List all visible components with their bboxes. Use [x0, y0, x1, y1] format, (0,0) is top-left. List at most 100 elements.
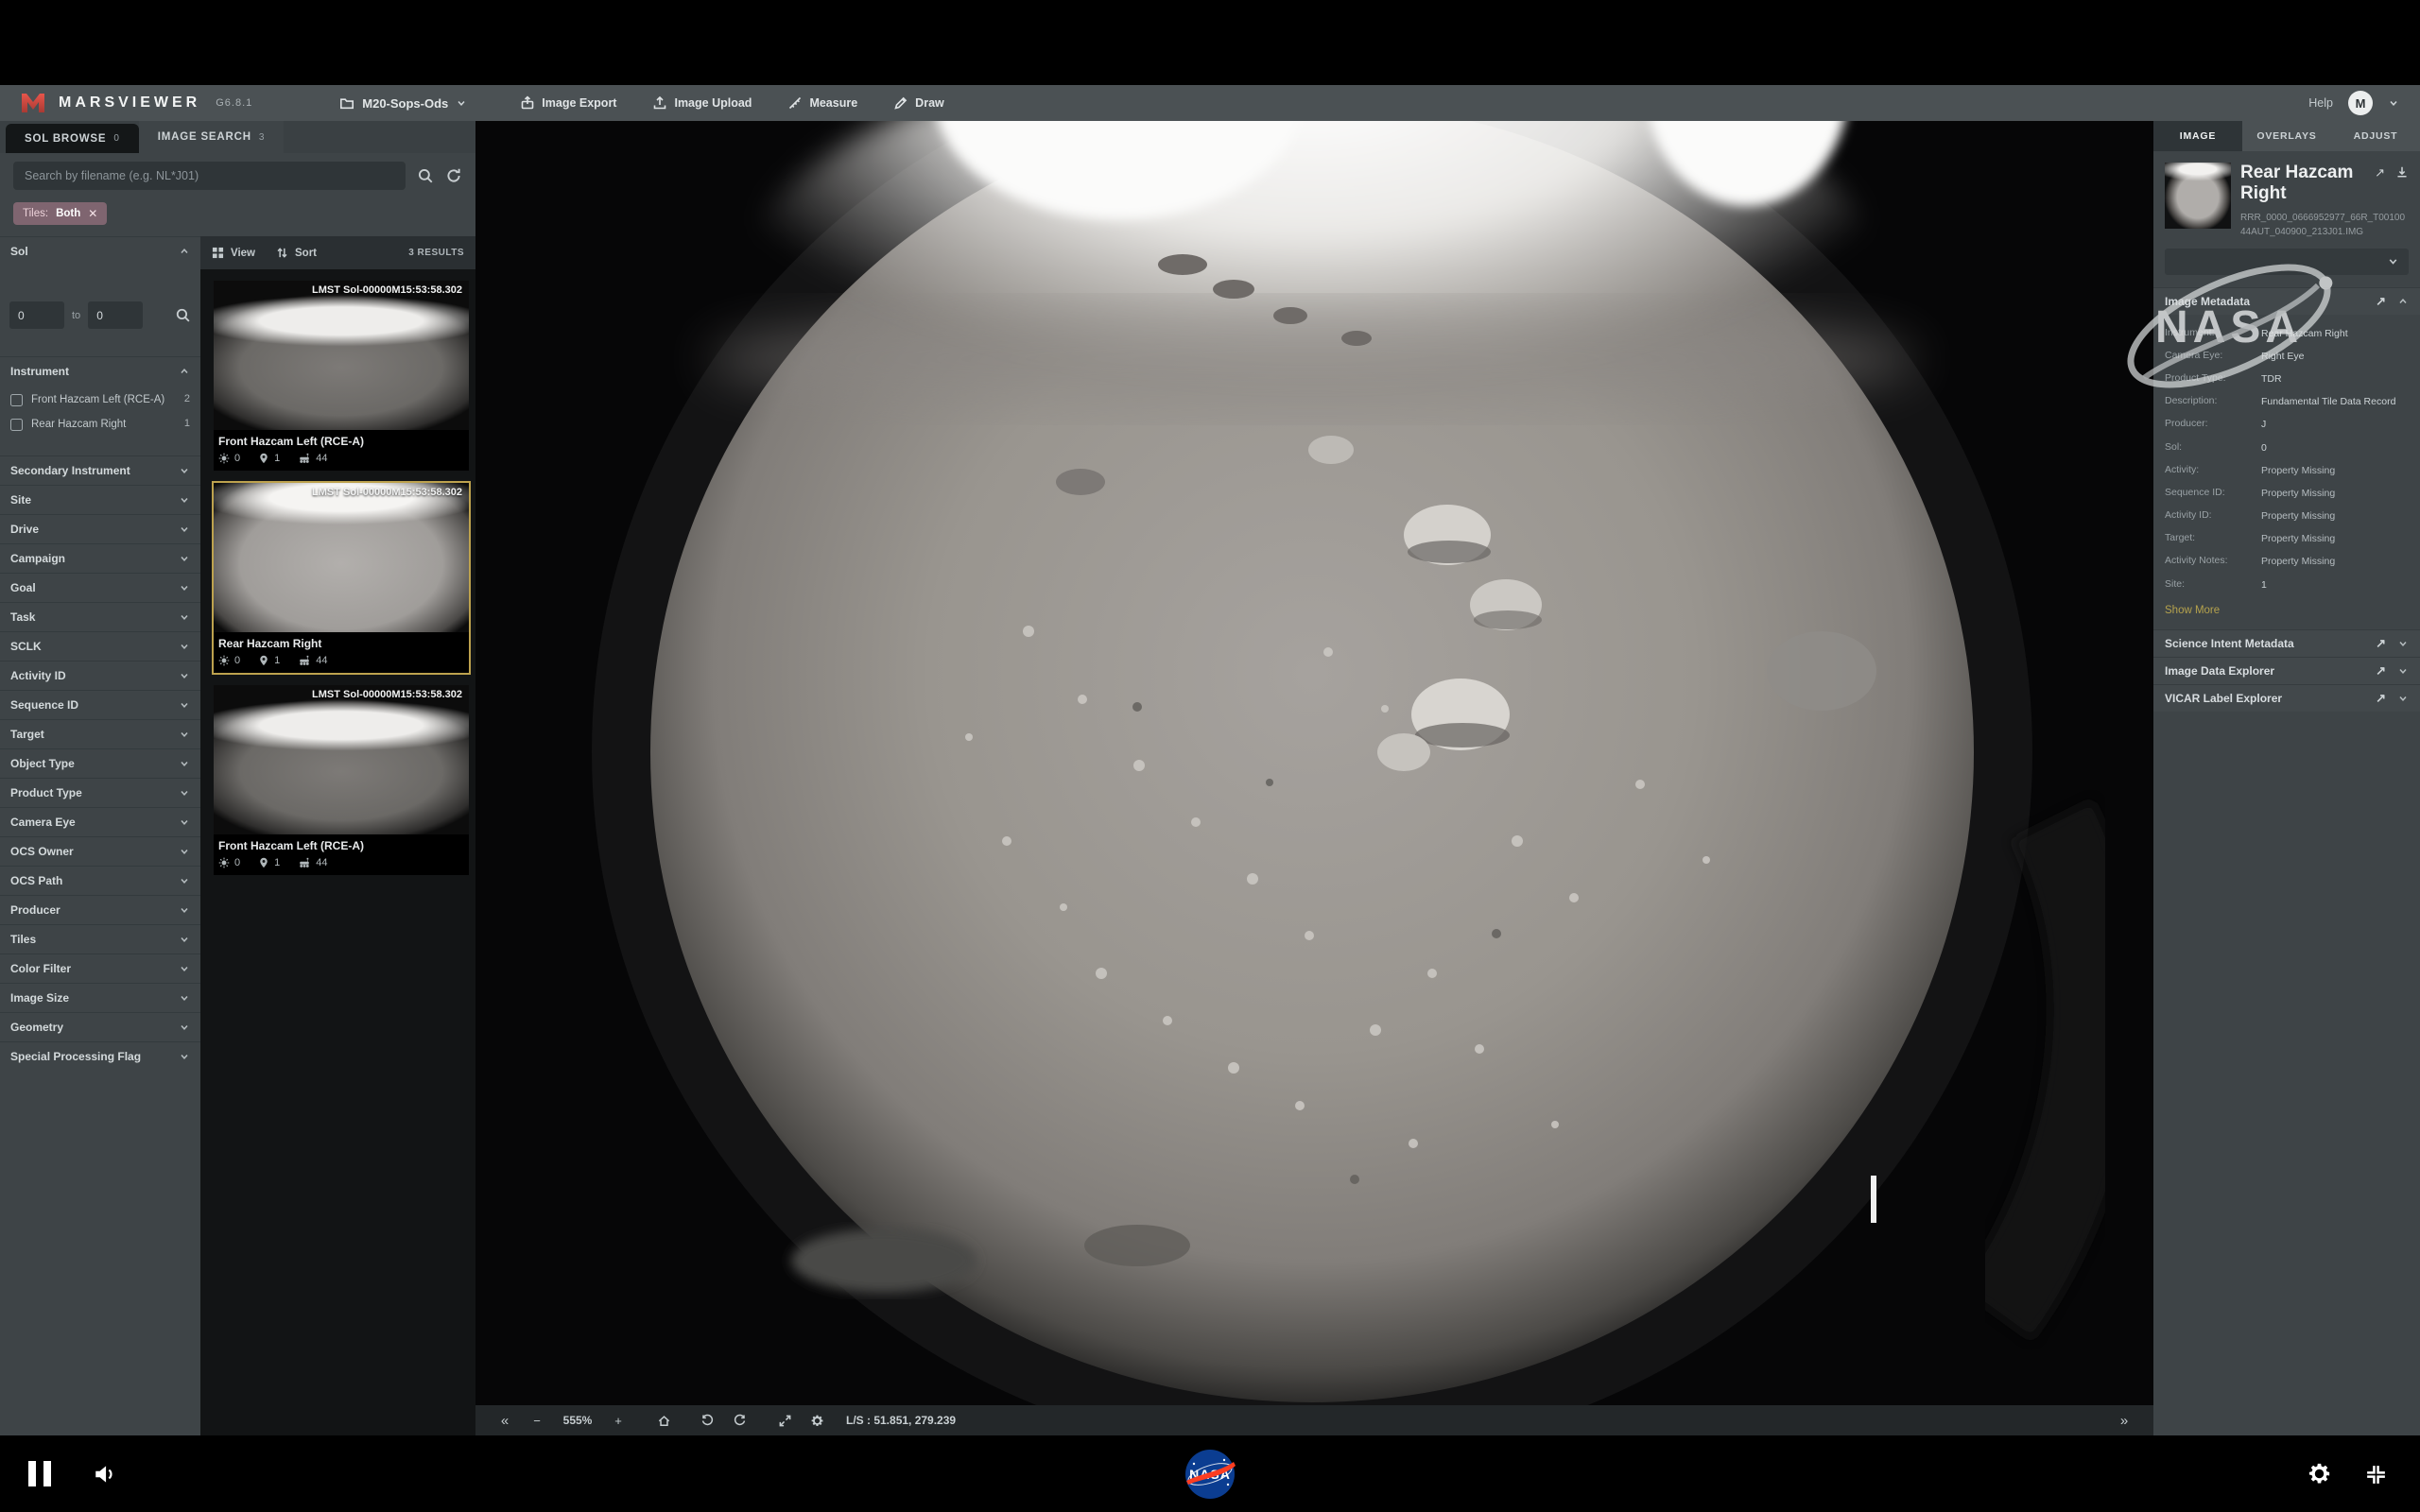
results-count: 3 RESULTS — [408, 248, 464, 258]
sun-icon — [218, 655, 230, 666]
filter-section-row[interactable]: Product Type — [0, 778, 200, 807]
thumbnail-image: LMST Sol-00000M15:53:58.302 — [214, 685, 469, 834]
search-tab[interactable]: SOL BROWSE 0 — [6, 124, 139, 153]
detail-tab[interactable]: OVERLAYS — [2242, 121, 2331, 151]
open-external-icon[interactable]: ↗ — [2376, 294, 2386, 309]
user-avatar[interactable]: M — [2348, 91, 2373, 115]
filter-section-row[interactable]: Color Filter — [0, 954, 200, 983]
open-external-icon[interactable]: ↗ — [2376, 663, 2386, 679]
toolbar-action-button[interactable]: Image Export — [520, 95, 616, 111]
pause-button[interactable] — [28, 1461, 51, 1486]
chevron-down-icon — [179, 729, 190, 740]
zoom-out-button[interactable]: − — [521, 1405, 553, 1435]
open-external-icon[interactable]: ↗ — [2376, 691, 2386, 706]
open-external-icon[interactable]: ↗ — [2376, 636, 2386, 651]
fit-to-screen-button[interactable] — [769, 1405, 801, 1435]
filter-section-row[interactable]: Campaign — [0, 543, 200, 573]
explorer-section-header[interactable]: VICAR Label Explorer ↗ — [2153, 684, 2420, 712]
filter-section-row[interactable]: Drive — [0, 514, 200, 543]
app-version: G6.8.1 — [216, 97, 252, 109]
filter-section-row[interactable]: Secondary Instrument — [0, 455, 200, 485]
result-thumbnail-card[interactable]: LMST Sol-00000M15:53:58.302 Rear Hazcam … — [214, 483, 469, 673]
chevron-down-icon — [179, 582, 190, 593]
toolbar-action-button[interactable]: Draw — [893, 95, 944, 111]
player-settings-gear-icon[interactable] — [2307, 1461, 2332, 1491]
metadata-row: Product Type: TDR — [2165, 372, 2409, 386]
chip-close-icon[interactable]: ✕ — [88, 207, 97, 220]
instrument-checkbox-option[interactable]: Rear Hazcam Right 1 — [10, 418, 190, 432]
metadata-row: Sol: 0 — [2165, 441, 2409, 455]
sol-from-input[interactable] — [9, 301, 64, 329]
image-viewer-canvas[interactable]: « − 555% + — [475, 121, 2153, 1435]
app-top-bar: MARSVIEWER G6.8.1 M20-Sops-Ods Image Exp… — [0, 85, 2420, 121]
explorer-section-header[interactable]: Image Data Explorer ↗ — [2153, 657, 2420, 684]
product-select-dropdown[interactable] — [2165, 249, 2409, 275]
sort-button[interactable]: Sort — [276, 247, 317, 259]
workspace-selector[interactable]: M20-Sops-Ods — [339, 95, 467, 111]
search-icon[interactable] — [417, 167, 434, 184]
filter-section-row[interactable]: OCS Path — [0, 866, 200, 895]
filter-section-row[interactable]: Goal — [0, 573, 200, 602]
view-mode-button[interactable]: View — [212, 247, 255, 259]
image-title: Rear Hazcam Right — [2240, 163, 2365, 204]
home-view-button[interactable] — [648, 1405, 680, 1435]
video-frame: MARSVIEWER G6.8.1 M20-Sops-Ods Image Exp… — [0, 0, 2420, 1512]
filter-section-row[interactable]: Geometry — [0, 1012, 200, 1041]
instrument-checkbox-option[interactable]: Front Hazcam Left (RCE-A) 2 — [10, 393, 190, 407]
checkbox-icon[interactable] — [10, 419, 23, 431]
filter-section-row[interactable]: Target — [0, 719, 200, 748]
app-title: MARSVIEWER — [59, 94, 200, 112]
checkbox-icon[interactable] — [10, 394, 23, 406]
show-more-link[interactable]: Show More — [2165, 605, 2409, 616]
filter-chip-tiles[interactable]: Tiles: Both ✕ — [13, 202, 107, 225]
filter-section-row[interactable]: Object Type — [0, 748, 200, 778]
download-icon[interactable] — [2395, 165, 2409, 180]
filter-section-row[interactable]: OCS Owner — [0, 836, 200, 866]
filename-search-input[interactable] — [13, 162, 406, 190]
toolbar-action-button[interactable]: Measure — [787, 95, 857, 111]
zoom-in-button[interactable]: + — [602, 1405, 634, 1435]
sol-to-input[interactable] — [88, 301, 143, 329]
result-thumbnail-card[interactable]: LMST Sol-00000M15:53:58.302 Front Hazcam… — [214, 281, 469, 471]
open-external-icon[interactable]: ↗ — [2375, 165, 2385, 180]
filter-section-row[interactable]: Image Size — [0, 983, 200, 1012]
rotate-cw-button[interactable] — [723, 1405, 755, 1435]
search-tab[interactable]: IMAGE SEARCH 3 — [139, 121, 284, 153]
explorer-sections: Science Intent Metadata ↗ Image Data Exp… — [2165, 629, 2409, 712]
filter-section-row[interactable]: Activity ID — [0, 661, 200, 690]
metadata-row: Camera Eye: Right Eye — [2165, 350, 2409, 363]
marsviewer-logo-icon — [21, 93, 45, 113]
filter-section-row[interactable]: Camera Eye — [0, 807, 200, 836]
toolbar-action-button[interactable]: Image Upload — [652, 95, 752, 111]
filter-section-row[interactable]: Sequence ID — [0, 690, 200, 719]
expand-panel-icon[interactable]: » — [2108, 1405, 2140, 1435]
chevron-down-icon — [179, 1022, 190, 1033]
filter-section-row[interactable]: Producer — [0, 895, 200, 924]
sol-search-icon[interactable] — [175, 307, 191, 323]
filter-section-row[interactable]: SCLK — [0, 631, 200, 661]
refresh-icon[interactable] — [445, 167, 462, 184]
chevron-down-icon — [2397, 693, 2409, 704]
filter-section-row[interactable]: Special Processing Flag — [0, 1041, 200, 1071]
collapse-panel-icon[interactable]: « — [489, 1405, 521, 1435]
selected-image-thumbnail[interactable] — [2165, 163, 2231, 229]
metadata-row: Site: 1 — [2165, 578, 2409, 592]
image-metadata-section-header[interactable]: Image Metadata ↗ — [2153, 287, 2420, 315]
result-thumbnail-card[interactable]: LMST Sol-00000M15:53:58.302 Front Hazcam… — [214, 685, 469, 875]
chevron-up-icon — [179, 246, 190, 257]
exit-fullscreen-icon[interactable] — [2364, 1463, 2388, 1491]
account-chevron-down-icon[interactable] — [2388, 97, 2399, 109]
help-link[interactable]: Help — [2308, 96, 2333, 110]
filter-section-row[interactable]: Tiles — [0, 924, 200, 954]
filter-sidebar: Sol to — [0, 236, 200, 1435]
filter-section-instrument[interactable]: Instrument — [0, 356, 200, 386]
filter-section-sol[interactable]: Sol — [0, 236, 200, 266]
detail-tab[interactable]: ADJUST — [2331, 121, 2420, 151]
volume-icon[interactable] — [93, 1462, 117, 1491]
viewer-settings-gear-icon[interactable] — [801, 1405, 833, 1435]
detail-tab[interactable]: IMAGE — [2153, 121, 2242, 151]
rotate-ccw-button[interactable] — [691, 1405, 723, 1435]
filter-section-row[interactable]: Site — [0, 485, 200, 514]
filter-section-row[interactable]: Task — [0, 602, 200, 631]
explorer-section-header[interactable]: Science Intent Metadata ↗ — [2153, 629, 2420, 657]
